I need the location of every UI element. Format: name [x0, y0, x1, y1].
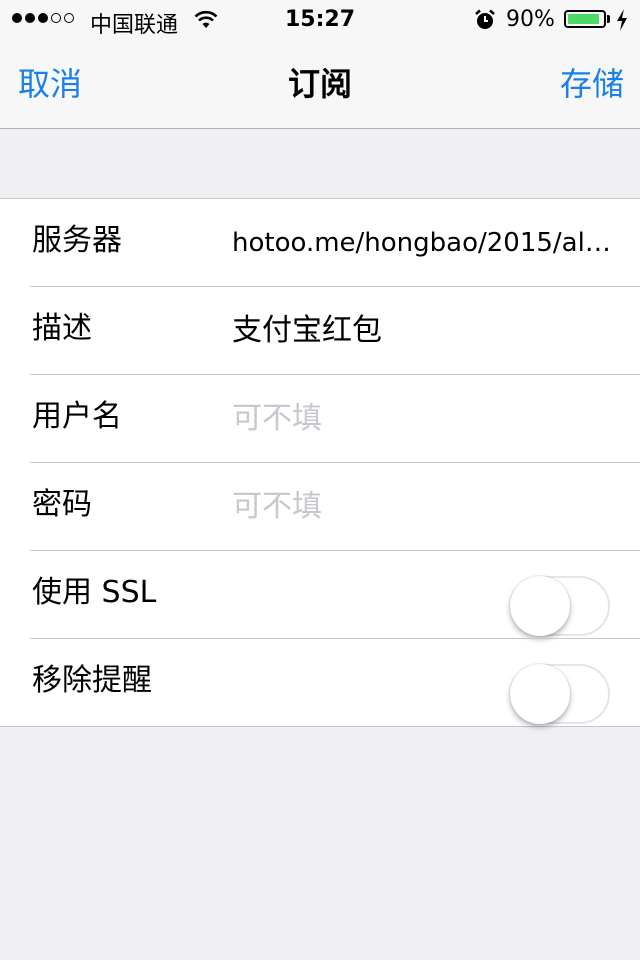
ssl-toggle[interactable]	[510, 576, 610, 636]
username-field[interactable]: 可不填	[232, 399, 612, 439]
remove-alerts-row: 移除提醒	[0, 639, 640, 727]
remove-alerts-toggle[interactable]	[510, 664, 610, 724]
toggle-knob	[510, 664, 570, 724]
charging-icon	[616, 9, 628, 37]
username-row[interactable]: 用户名 可不填	[0, 375, 640, 463]
ssl-row: 使用 SSL	[0, 551, 640, 639]
server-label: 服务器	[32, 223, 122, 258]
alarm-icon	[474, 9, 496, 37]
page-title: 订阅	[287, 65, 352, 103]
battery-percent: 90%	[506, 7, 555, 32]
status-bar: 中国联通 15:27 90%	[0, 0, 640, 40]
server-row[interactable]: 服务器 hotoo.me/hongbao/2015/al…	[0, 199, 640, 287]
description-field[interactable]: 支付宝红包	[232, 311, 612, 351]
navigation-bar: 取消 订阅 存储	[0, 40, 640, 129]
password-row[interactable]: 密码 可不填	[0, 463, 640, 551]
battery-level	[568, 14, 599, 24]
ssl-label: 使用 SSL	[32, 575, 157, 610]
save-button[interactable]: 存储	[560, 64, 624, 104]
subscription-form: 服务器 hotoo.me/hongbao/2015/al… 描述 支付宝红包 用…	[0, 198, 640, 727]
description-row[interactable]: 描述 支付宝红包	[0, 287, 640, 375]
server-field[interactable]: hotoo.me/hongbao/2015/al…	[232, 223, 612, 263]
description-label: 描述	[32, 311, 92, 346]
battery-icon	[564, 10, 606, 28]
toggle-knob	[510, 576, 570, 636]
username-label: 用户名	[32, 399, 122, 434]
battery-cap	[607, 15, 610, 23]
remove-alerts-label: 移除提醒	[32, 663, 152, 698]
password-field[interactable]: 可不填	[232, 487, 612, 527]
password-label: 密码	[32, 487, 92, 522]
